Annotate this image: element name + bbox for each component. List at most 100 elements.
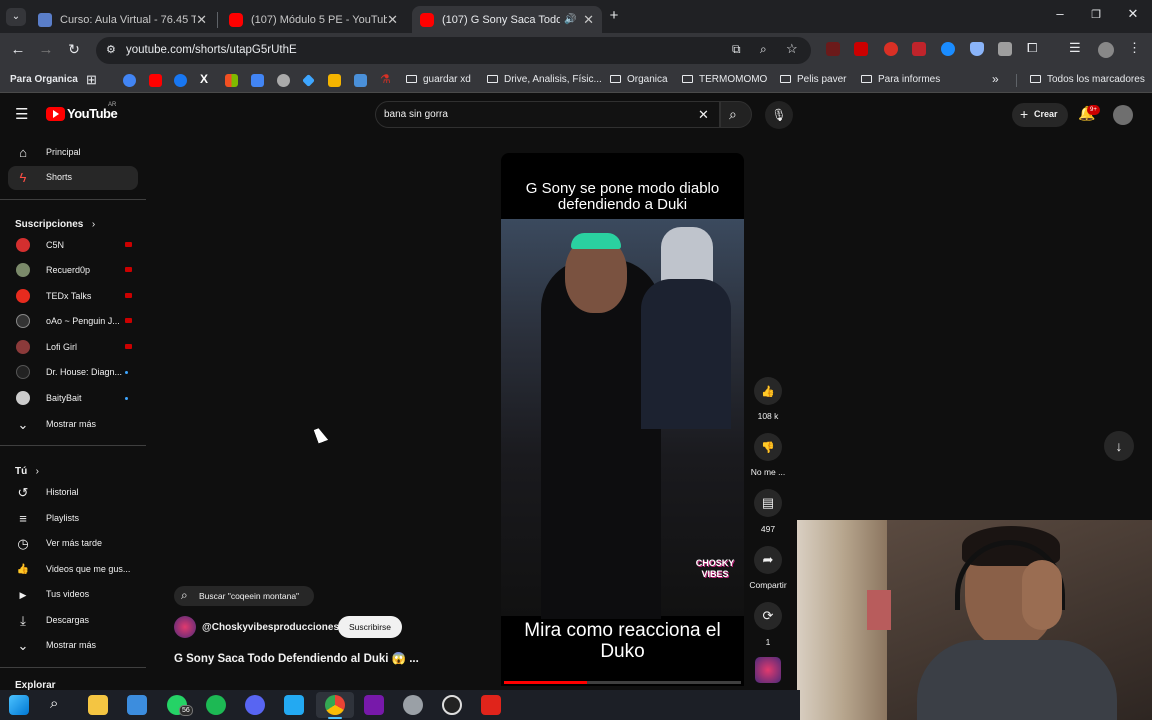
obs-icon[interactable]	[442, 695, 462, 715]
remix-button[interactable]: ⟳	[754, 602, 782, 630]
tool-icon[interactable]	[403, 695, 423, 715]
clear-search-icon[interactable]: ✕	[698, 107, 709, 123]
tab-audio-icon[interactable]: 🔊	[564, 14, 576, 25]
address-bar[interactable]: ⚙ youtube.com/shorts/utapG5rUthE ⧉ ⌕ ☆	[96, 37, 811, 64]
facebook-icon[interactable]	[174, 74, 187, 87]
channel-handle[interactable]: @Choskyvibesproducciones	[202, 622, 339, 633]
apps-grid-icon[interactable]: ⊞	[86, 72, 97, 88]
bookmark-folder-guardar[interactable]: guardar xd	[406, 74, 471, 85]
account-avatar[interactable]	[1113, 105, 1133, 125]
bookmark-folder-pelis[interactable]: Pelis paver	[780, 74, 846, 85]
subscribe-button[interactable]: Suscribirse	[338, 616, 402, 638]
youtube-bookmark-icon[interactable]	[149, 74, 162, 87]
ms-store-icon[interactable]	[127, 695, 147, 715]
subscription-dr-house[interactable]: Dr. House: Diagn...	[8, 361, 138, 385]
like-button[interactable]: 👍	[754, 377, 782, 405]
chatgpt-icon[interactable]	[277, 74, 290, 87]
forward-arrow-icon[interactable]: →	[36, 41, 56, 58]
extensions-puzzle-icon[interactable]: ⧠	[1027, 40, 1037, 56]
bookmark-folder-informes[interactable]: Para informes	[861, 74, 940, 85]
gemini-icon[interactable]	[302, 74, 315, 87]
subscription-penguin[interactable]: oAo ~ Penguin J...	[8, 310, 138, 334]
short-title[interactable]: G Sony Saca Todo Defendiendo al Duki 😱 .…	[174, 651, 419, 665]
extension-adblock-icon[interactable]	[884, 42, 898, 56]
vscode-icon[interactable]	[284, 695, 304, 715]
install-app-icon[interactable]: ⧉	[732, 42, 741, 57]
zoom-icon[interactable]: ⌕	[760, 42, 767, 57]
hamburger-menu-icon[interactable]: ☰	[15, 105, 28, 123]
subscriptions-heading[interactable]: Suscripciones ›	[15, 214, 95, 232]
search-input[interactable]: bana sin gorra	[384, 109, 448, 120]
all-bookmarks-folder[interactable]: Todos los marcadores	[1030, 74, 1145, 85]
sidebar-item-tus-videos[interactable]: ▶ Tus videos	[8, 583, 138, 607]
extension-gray-icon[interactable]	[998, 42, 1012, 56]
ing-bookmark-icon[interactable]	[354, 74, 367, 87]
subscription-lofi-girl[interactable]: Lofi Girl	[8, 336, 138, 360]
gmail-bookmark-icon[interactable]	[251, 74, 264, 87]
chrome-icon[interactable]	[325, 695, 345, 715]
search-button[interactable]: ⌕	[720, 101, 752, 128]
sidebar-item-shorts[interactable]: ϟ Shorts	[8, 166, 138, 190]
minimize-icon[interactable]: –	[1045, 6, 1075, 21]
comments-button[interactable]: ▤	[754, 489, 782, 517]
voice-search-button[interactable]: 🎙	[765, 101, 793, 129]
sidebar-item-historial[interactable]: ↺ Historial	[8, 481, 138, 505]
video-progress-track[interactable]	[504, 681, 741, 684]
you-heading[interactable]: Tú ›	[15, 461, 39, 479]
microsoft-icon[interactable]	[225, 74, 238, 87]
dislike-button[interactable]: 👎	[754, 433, 782, 461]
sidebar-item-ver-mas-tarde[interactable]: ◷ Ver más tarde	[8, 532, 138, 556]
share-button[interactable]: ➦	[754, 546, 782, 574]
reload-icon[interactable]: ↻	[64, 41, 84, 58]
extension-shazam-icon[interactable]	[941, 42, 955, 56]
search-box[interactable]: bana sin gorra ✕	[375, 101, 720, 128]
photos-icon[interactable]	[328, 74, 341, 87]
tab-search-button[interactable]: ⌄	[6, 8, 26, 26]
profile-avatar-icon[interactable]	[1098, 42, 1114, 58]
discord-icon[interactable]	[245, 695, 265, 715]
new-tab-button[interactable]: +	[606, 7, 622, 24]
channel-avatar[interactable]	[174, 616, 196, 638]
site-info-icon[interactable]: ⚙	[106, 43, 116, 56]
browser-tab-2[interactable]: (107) Módulo 5 PE - YouTube ✕	[221, 6, 406, 33]
file-explorer-icon[interactable]	[88, 695, 108, 715]
close-window-icon[interactable]: ✕	[1118, 6, 1148, 22]
tab-close-icon[interactable]: ✕	[196, 12, 207, 28]
sidebar-item-descargas[interactable]: ⤓ Descargas	[8, 609, 138, 633]
taskbar-search-icon[interactable]: ⌕	[50, 695, 58, 712]
restore-icon[interactable]: ❐	[1081, 8, 1111, 21]
windows-start-icon[interactable]	[9, 695, 29, 715]
subscriptions-show-more[interactable]: ⌄ Mostrar más	[8, 413, 138, 437]
sidebar-item-playlists[interactable]: ≡ Playlists	[8, 507, 138, 531]
tab-close-icon[interactable]: ✕	[387, 12, 398, 28]
subscription-baitybait[interactable]: BaityBait	[8, 387, 138, 411]
bookmark-folder-termomomo[interactable]: TERMOMOMO	[682, 74, 767, 85]
browser-tab-1[interactable]: Curso: Aula Virtual - 76.45 Term ✕	[30, 6, 215, 33]
tab-close-icon[interactable]: ✕	[583, 12, 594, 28]
subscription-tedx[interactable]: TEDx Talks	[8, 285, 138, 309]
onenote-icon[interactable]	[364, 695, 384, 715]
next-short-button[interactable]: ↓	[1104, 431, 1134, 461]
sidebar-item-liked-videos[interactable]: 👍 Videos que me gus...	[8, 558, 138, 582]
sidebar-item-principal[interactable]: ⌂ Principal	[8, 141, 138, 165]
bookmark-folder-drive[interactable]: Drive, Analisis, Físic...	[487, 74, 602, 85]
bookmarks-overflow-icon[interactable]: »	[992, 72, 999, 86]
create-button[interactable]: + Crear	[1012, 103, 1068, 127]
you-show-more[interactable]: ⌄ Mostrar más	[8, 634, 138, 658]
subscription-recuerd0p[interactable]: Recuerd0p	[8, 259, 138, 283]
back-arrow-icon[interactable]: ←	[8, 41, 28, 58]
chrome-menu-icon[interactable]: ⋮	[1128, 40, 1141, 56]
extension-shield-icon[interactable]	[970, 42, 984, 56]
bookmark-star-icon[interactable]: ☆	[786, 41, 798, 57]
acrobat-icon[interactable]	[481, 695, 501, 715]
extension-youtube-icon[interactable]	[854, 42, 868, 56]
google-icon[interactable]	[123, 74, 136, 87]
bookmark-folder-organica[interactable]: Organica	[610, 74, 668, 85]
media-control-icon[interactable]: ☰	[1069, 40, 1081, 56]
browser-tab-3-active[interactable]: (107) G Sony Saca Todo De 🔊 ✕	[412, 6, 602, 33]
sound-thumbnail[interactable]	[755, 657, 781, 683]
search-suggestion-chip[interactable]: ⌕ Buscar "coqeein montana"	[174, 586, 314, 606]
flask-icon[interactable]: ⚗	[380, 72, 391, 86]
extension-red-icon[interactable]	[826, 42, 840, 56]
short-video-player[interactable]: G Sony se pone modo diablo defendiendo a…	[501, 153, 744, 686]
